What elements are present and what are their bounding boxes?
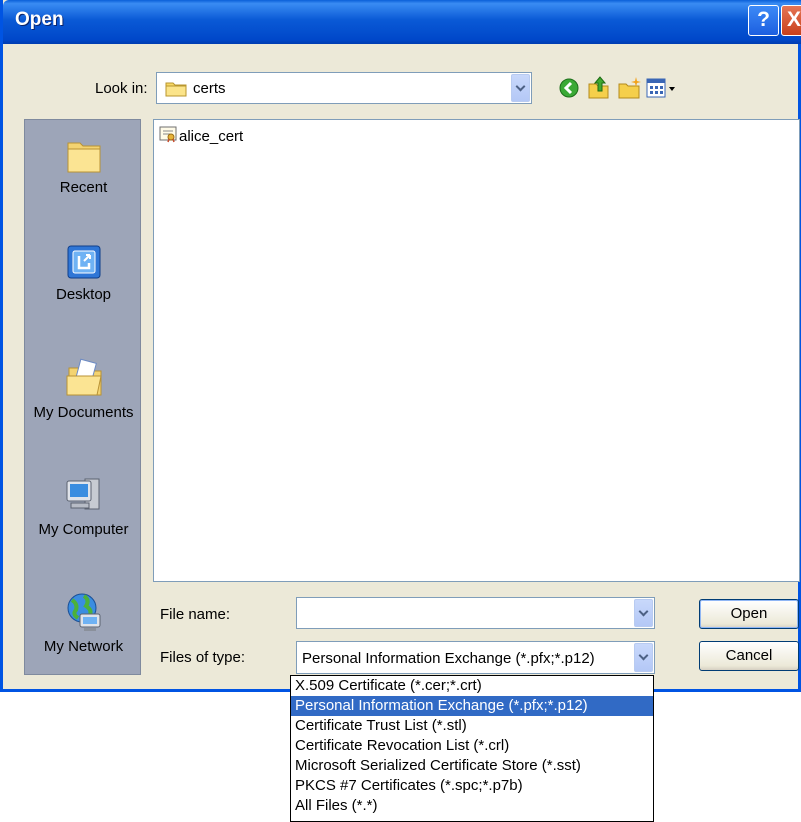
look-in-value: certs bbox=[193, 80, 226, 97]
folder-icon bbox=[165, 80, 187, 101]
look-in-label: Look in: bbox=[95, 80, 148, 97]
place-my-documents[interactable]: My Documents bbox=[25, 358, 142, 421]
option-x509[interactable]: X.509 Certificate (*.cer;*.crt) bbox=[291, 676, 653, 696]
file-type-options[interactable]: X.509 Certificate (*.cer;*.crt) Personal… bbox=[290, 675, 654, 822]
recent-folder-icon bbox=[25, 135, 142, 179]
back-icon[interactable] bbox=[558, 77, 580, 103]
places-bar: Recent Desktop My Documents My Computer … bbox=[24, 119, 141, 675]
my-documents-icon bbox=[25, 358, 142, 404]
up-folder-icon[interactable] bbox=[586, 75, 612, 104]
window-title: Open bbox=[15, 9, 64, 30]
cancel-button[interactable]: Cancel bbox=[699, 641, 799, 671]
place-label: My Computer bbox=[38, 521, 129, 538]
place-label: Desktop bbox=[55, 286, 112, 303]
help-button[interactable]: ? bbox=[748, 5, 779, 36]
my-network-icon bbox=[25, 590, 142, 638]
chevron-down-icon[interactable] bbox=[634, 643, 653, 672]
option-all-files[interactable]: All Files (*.*) bbox=[291, 796, 653, 816]
place-label: My Network bbox=[43, 638, 124, 655]
open-dialog: Open ? X Look in: certs Recent Desktop M… bbox=[0, 0, 801, 692]
place-label: My Documents bbox=[33, 404, 134, 421]
file-list[interactable]: alice_cert bbox=[153, 119, 800, 582]
close-button[interactable]: X bbox=[781, 5, 801, 36]
certificate-file-icon bbox=[159, 126, 177, 147]
file-name-label: File name: bbox=[160, 606, 231, 623]
file-name-input[interactable] bbox=[296, 597, 655, 629]
file-name: alice_cert bbox=[179, 128, 244, 145]
place-label: Recent bbox=[59, 179, 108, 196]
place-my-network[interactable]: My Network bbox=[25, 590, 142, 655]
chevron-down-icon[interactable] bbox=[634, 599, 653, 627]
option-p7b[interactable]: PKCS #7 Certificates (*.spc;*.p7b) bbox=[291, 776, 653, 796]
my-computer-icon bbox=[25, 475, 142, 521]
option-sst[interactable]: Microsoft Serialized Certificate Store (… bbox=[291, 756, 653, 776]
list-item[interactable]: alice_cert bbox=[159, 126, 243, 147]
option-crl[interactable]: Certificate Revocation List (*.crl) bbox=[291, 736, 653, 756]
desktop-icon bbox=[25, 242, 142, 286]
title-bar[interactable]: Open ? X bbox=[3, 0, 801, 44]
open-button[interactable]: Open bbox=[699, 599, 799, 629]
file-type-label: Files of type: bbox=[160, 649, 246, 666]
place-my-computer[interactable]: My Computer bbox=[25, 475, 142, 538]
look-in-dropdown[interactable]: certs bbox=[156, 72, 532, 104]
new-folder-icon[interactable] bbox=[617, 76, 643, 104]
chevron-down-icon[interactable] bbox=[511, 74, 530, 102]
place-desktop[interactable]: Desktop bbox=[25, 242, 142, 303]
place-recent[interactable]: Recent bbox=[25, 135, 142, 196]
file-type-value: Personal Information Exchange (*.pfx;*.p… bbox=[302, 650, 595, 667]
option-stl[interactable]: Certificate Trust List (*.stl) bbox=[291, 716, 653, 736]
option-pfx[interactable]: Personal Information Exchange (*.pfx;*.p… bbox=[291, 696, 653, 716]
file-type-dropdown[interactable]: Personal Information Exchange (*.pfx;*.p… bbox=[296, 641, 655, 674]
view-menu-icon[interactable] bbox=[646, 78, 680, 102]
